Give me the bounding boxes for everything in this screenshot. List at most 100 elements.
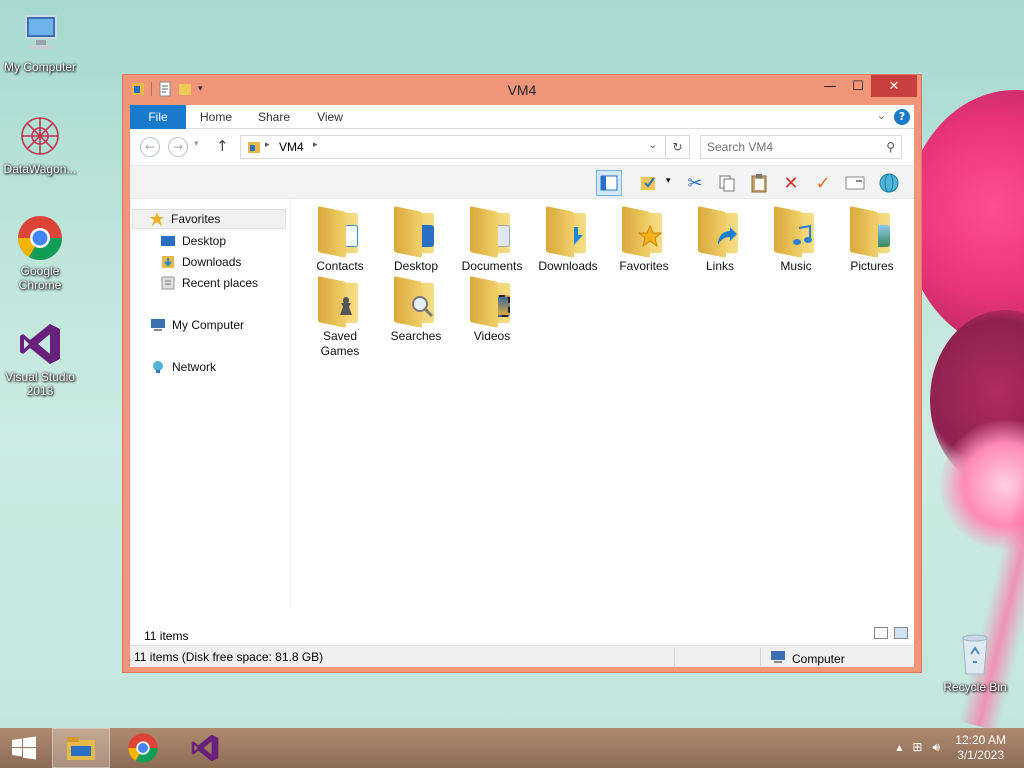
status-divider [674, 648, 675, 666]
desktop-icon-recycle-bin[interactable]: Recycle Bin [935, 630, 1015, 694]
desktop-icon-label: Visual Studio 2013 [5, 370, 75, 398]
search-icon[interactable]: ⚲ [886, 140, 895, 154]
nav-item-label: Downloads [182, 255, 242, 269]
back-button[interactable]: ← [140, 137, 160, 157]
clock[interactable]: 12:20 AM 3/1/2023 [955, 733, 1006, 763]
favorites-folder-icon [622, 206, 666, 258]
cut-icon[interactable]: ✂ [682, 170, 708, 196]
navigation-bar: ← → ▾ ↑ ▸ VM4 ▸ ⌄ ↻ ⚲ [130, 129, 914, 165]
links-folder-icon [698, 206, 742, 258]
folder-icon [247, 140, 261, 157]
pictures-folder-icon [850, 206, 894, 258]
searches-folder-icon [394, 276, 438, 328]
tab-file[interactable]: File [130, 105, 186, 129]
nav-item-label: My Computer [172, 318, 245, 332]
folder-item-contacts[interactable]: Contacts [302, 206, 378, 274]
folder-item-desktop[interactable]: Desktop [378, 206, 454, 274]
desktop-icon-datawagon[interactable]: DataWagon... [0, 112, 80, 176]
folder-item-links[interactable]: Links [682, 206, 758, 274]
folder-item-downloads[interactable]: Downloads [530, 206, 606, 274]
close-button[interactable]: ✕ [871, 75, 917, 97]
address-dropdown-icon[interactable]: ⌄ [649, 140, 657, 151]
folder-item-videos[interactable]: Videos [454, 276, 530, 344]
folder-item-documents[interactable]: Documents [454, 206, 530, 274]
system-tray: ▴ ⊞ 🔊︎ [896, 740, 940, 755]
folder-item-favorites[interactable]: Favorites [606, 206, 682, 274]
rename-check-icon[interactable]: ✓ [810, 170, 836, 196]
nav-favorites[interactable]: Favorites [132, 209, 286, 229]
breadcrumb-item[interactable]: VM4 [279, 140, 304, 154]
breadcrumb-chevron-icon[interactable]: ▸ [265, 140, 270, 150]
desktop-icon-my-computer[interactable]: My Computer [0, 10, 80, 74]
folder-item-pictures[interactable]: Pictures [834, 206, 910, 274]
clock-date: 3/1/2023 [957, 748, 1004, 762]
nav-item-recent-places[interactable]: Recent places [160, 273, 258, 293]
desktop-icon-google-chrome[interactable]: Google Chrome [0, 214, 80, 292]
desktop-icon-visual-studio[interactable]: Visual Studio 2013 [0, 320, 80, 398]
desktop-icon-label: DataWagon... [3, 162, 77, 176]
paste-icon[interactable] [746, 170, 772, 196]
nav-item-desktop[interactable]: Desktop [160, 231, 226, 251]
forward-button[interactable]: → [168, 137, 188, 157]
folder-item-searches[interactable]: Searches [378, 276, 454, 344]
select-icon[interactable] [636, 170, 662, 196]
chrome-icon [128, 733, 158, 763]
computer-icon [770, 650, 786, 667]
tab-view[interactable]: View [308, 105, 352, 129]
taskbar-chrome[interactable] [114, 728, 172, 768]
desktop-icon-label: Recycle Bin [943, 680, 1007, 694]
copy-icon[interactable] [714, 170, 740, 196]
folder-grid: Contacts Desktop Documents Downloads Fav… [292, 199, 914, 609]
pane-divider[interactable] [290, 199, 291, 609]
up-button[interactable]: ↑ [216, 137, 229, 155]
help-icon[interactable]: ? [894, 109, 910, 125]
chrome-icon [16, 214, 64, 262]
item-count: 11 items [144, 629, 189, 643]
select-dropdown-icon[interactable]: ▾ [666, 176, 671, 186]
delete-icon[interactable]: ✕ [778, 170, 804, 196]
refresh-icon[interactable]: ↻ [665, 136, 689, 158]
network-status-icon[interactable]: ⊞ [912, 740, 922, 755]
contacts-folder-icon [318, 206, 362, 258]
volume-icon[interactable]: 🔊︎ [932, 740, 940, 755]
nav-item-my-computer[interactable]: My Computer [150, 315, 244, 335]
search-box[interactable]: ⚲ [700, 135, 902, 159]
folder-item-saved-games[interactable]: Saved Games [302, 276, 378, 359]
navigation-pane-icon[interactable] [596, 170, 622, 196]
nav-item-label: Desktop [182, 234, 227, 248]
folder-label: Music [780, 259, 812, 273]
downloads-folder-icon [546, 206, 590, 258]
folder-label: Desktop [393, 259, 439, 273]
nav-item-downloads[interactable]: Downloads [160, 252, 241, 272]
status-disk-space: 11 items (Disk free space: 81.8 GB) [134, 650, 324, 664]
nav-item-label: Recent places [182, 276, 259, 290]
minimize-button[interactable]: — [815, 75, 845, 97]
details-pane-icon[interactable] [842, 170, 868, 196]
command-toolbar: ▾ ✂ ✕ ✓ [130, 165, 914, 199]
breadcrumb-chevron-icon[interactable]: ▸ [313, 140, 318, 150]
network-globe-icon[interactable] [876, 170, 902, 196]
music-folder-icon [774, 206, 818, 258]
tab-home[interactable]: Home [194, 105, 238, 129]
folder-label: Links [705, 259, 734, 273]
maximize-button[interactable]: ☐ [843, 75, 873, 97]
nav-item-network[interactable]: Network [150, 357, 216, 377]
taskbar-visual-studio[interactable] [176, 728, 234, 768]
taskbar-file-explorer[interactable] [52, 728, 110, 768]
show-hidden-icons-icon[interactable]: ▴ [896, 740, 902, 755]
explorer-window[interactable]: ▾ VM4 — ☐ ✕ File Home Share View ⌄ ? ← →… [122, 74, 922, 673]
search-input[interactable] [707, 139, 877, 155]
saved-games-folder-icon [318, 276, 362, 328]
visual-studio-icon [16, 320, 64, 368]
large-icons-view-icon[interactable] [894, 627, 908, 639]
title-bar[interactable]: ▾ VM4 — ☐ ✕ [123, 75, 921, 105]
folder-item-music[interactable]: Music [758, 206, 834, 274]
address-bar[interactable]: ▸ VM4 ▸ ⌄ ↻ [240, 135, 690, 159]
tab-share[interactable]: Share [252, 105, 296, 129]
taskbar: ▴ ⊞ 🔊︎ 12:20 AM 3/1/2023 [0, 728, 1024, 768]
expand-ribbon-icon[interactable]: ⌄ [877, 109, 886, 122]
start-button[interactable] [0, 728, 48, 768]
datawagon-icon [16, 112, 64, 160]
details-view-icon[interactable] [874, 627, 888, 639]
recent-locations-icon[interactable]: ▾ [194, 139, 199, 149]
